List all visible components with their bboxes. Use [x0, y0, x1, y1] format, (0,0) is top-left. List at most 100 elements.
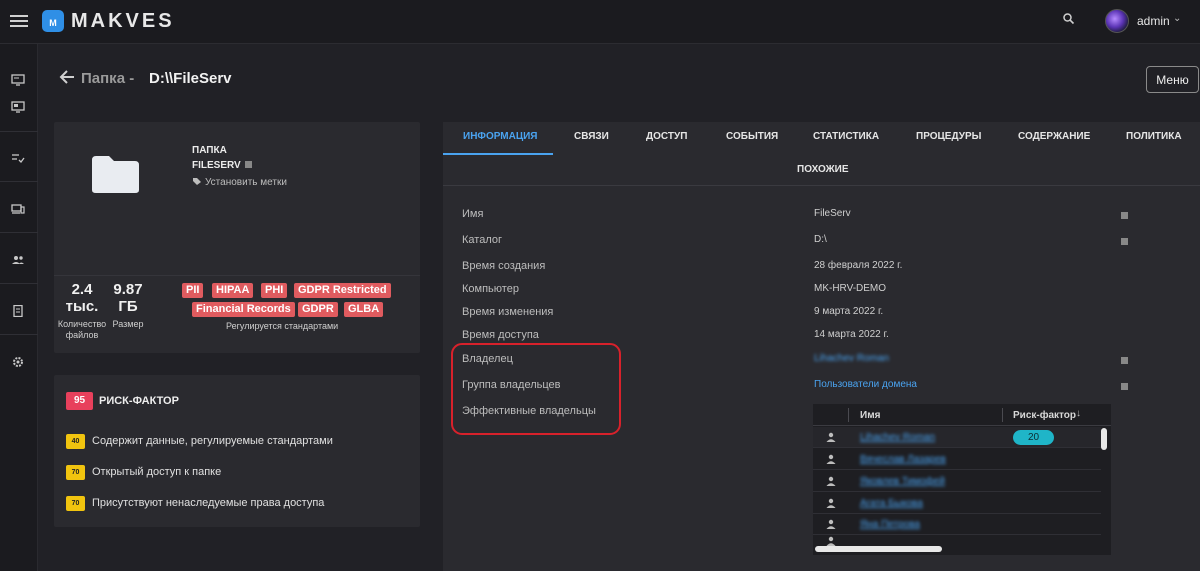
column-divider — [848, 408, 849, 422]
devices-icon[interactable] — [11, 203, 25, 215]
owner-name-link[interactable]: Яна Петрова — [860, 519, 920, 530]
hamburger-menu-icon[interactable] — [10, 12, 28, 30]
brand-name[interactable]: MAKVES — [71, 10, 175, 33]
sidebar-divider — [0, 334, 38, 335]
sidebar-divider — [0, 131, 38, 132]
copy-icon[interactable] — [1121, 212, 1128, 219]
makves-logo-icon[interactable]: M — [42, 10, 64, 32]
owner-group-link[interactable]: Пользователи домена — [814, 379, 917, 390]
risk-item-text: Открытый доступ к папке — [92, 466, 222, 478]
user-icon — [826, 454, 836, 464]
tab-policy[interactable]: ПОЛИТИКА — [1126, 131, 1182, 142]
tab-statistics[interactable]: СТАТИСТИКА — [813, 131, 879, 142]
user-name[interactable]: admin — [1137, 14, 1170, 28]
sidebar-divider — [0, 283, 38, 284]
tab-links[interactable]: СВЯЗИ — [574, 131, 609, 142]
top-bar: M MAKVES admin ⌄ — [0, 0, 1200, 44]
copy-icon[interactable] — [1121, 238, 1128, 245]
user-avatar[interactable] — [1105, 9, 1129, 33]
object-type: ПАПКА — [192, 145, 227, 156]
tab-information[interactable]: ИНФОРМАЦИЯ — [463, 131, 538, 142]
horizontal-scrollbar[interactable] — [815, 546, 942, 552]
tag-financial-records[interactable]: Financial Records — [192, 302, 295, 317]
risk-score-pill: 20 — [1013, 430, 1054, 445]
size-label: Размер — [112, 319, 144, 329]
risk-title: РИСК-ФАКТОР — [99, 395, 179, 407]
risk-card: 95 РИСК-ФАКТОР 40 Содержит данные, регул… — [54, 375, 420, 527]
property-label: Имя — [462, 208, 484, 220]
owner-name-link[interactable]: Вячеслав Лазарев — [860, 454, 946, 465]
risk-item-score: 40 — [66, 434, 85, 449]
gear-icon[interactable] — [11, 356, 25, 368]
sidebar-divider — [0, 232, 38, 233]
search-icon[interactable] — [1062, 12, 1076, 26]
object-name: FILESERV — [192, 160, 252, 171]
owners-highlight-box — [451, 343, 621, 435]
risk-item-score: 70 — [66, 496, 85, 511]
owner-name-link[interactable]: Яковлев Тимофей — [860, 476, 945, 487]
user-icon — [826, 519, 836, 529]
copy-icon[interactable] — [1121, 383, 1128, 390]
property-label: Время изменения — [462, 306, 554, 318]
owner-name-link[interactable]: Агата Быкова — [860, 498, 923, 509]
table-row[interactable]: Вячеслав Лазарев — [813, 449, 1101, 470]
copy-icon[interactable] — [244, 161, 252, 168]
tag-gdpr-restricted[interactable]: GDPR Restricted — [294, 283, 391, 298]
set-labels-text: Установить метки — [205, 177, 287, 188]
display-icon[interactable] — [11, 101, 25, 113]
monitor-icon[interactable] — [11, 74, 25, 86]
tag-glba[interactable]: GLBA — [344, 302, 384, 317]
table-row[interactable]: Яна Петрова — [813, 514, 1101, 535]
tag-pii[interactable]: PII — [182, 283, 204, 298]
property-value: FileServ — [814, 208, 851, 219]
tabs-divider — [443, 185, 1200, 186]
property-label: Время доступа — [462, 329, 539, 341]
table-row[interactable]: Яковлев Тимофей — [813, 471, 1101, 492]
back-arrow-icon[interactable] — [58, 68, 76, 86]
active-tab-indicator — [443, 153, 553, 155]
owner-link[interactable]: Lihachev Roman — [814, 353, 889, 364]
page-title: D:\\FileServ — [149, 70, 232, 87]
list-check-icon[interactable] — [11, 152, 25, 164]
details-panel: ИНФОРМАЦИЯ СВЯЗИ ДОСТУП СОБЫТИЯ СТАТИСТИ… — [443, 122, 1200, 571]
column-risk-header[interactable]: Риск-фактор — [1013, 410, 1076, 421]
property-value: 28 февраля 2022 г. — [814, 260, 903, 271]
folder-icon — [92, 156, 139, 193]
set-labels-link[interactable]: Установить метки — [192, 177, 287, 188]
page-title-prefix: Папка - — [81, 70, 135, 87]
size-unit: ГБ — [118, 298, 138, 315]
property-value: 9 марта 2022 г. — [814, 306, 884, 317]
users-icon[interactable] — [11, 254, 25, 266]
file-count-label: Количество файлов — [57, 319, 107, 340]
user-icon — [826, 498, 836, 508]
property-label: Время создания — [462, 260, 546, 272]
vertical-scrollbar[interactable] — [1101, 428, 1107, 450]
property-label: Компьютер — [462, 283, 519, 295]
risk-item-score: 70 — [66, 465, 85, 480]
file-count-unit: тыс. — [65, 298, 99, 315]
document-icon[interactable] — [11, 305, 25, 317]
tag-hipaa[interactable]: HIPAA — [212, 283, 254, 298]
tab-content[interactable]: СОДЕРЖАНИЕ — [1018, 131, 1090, 142]
table-row[interactable] — [813, 535, 1101, 546]
column-name-header[interactable]: Имя — [860, 410, 880, 421]
copy-icon[interactable] — [1121, 357, 1128, 364]
effective-owners-table: Имя Риск-фактор ↓ Lihachev Roman 20 Вяче… — [813, 404, 1111, 555]
owner-name-link[interactable]: Lihachev Roman — [860, 432, 935, 443]
table-row[interactable]: Агата Быкова — [813, 493, 1101, 514]
table-row[interactable]: Lihachev Roman 20 — [813, 427, 1101, 448]
tab-access[interactable]: ДОСТУП — [646, 131, 687, 142]
tab-procedures[interactable]: ПРОЦЕДУРЫ — [916, 131, 981, 142]
user-icon — [826, 476, 836, 486]
sidebar — [0, 44, 38, 571]
tab-events[interactable]: СОБЫТИЯ — [726, 131, 778, 142]
menu-button[interactable]: Меню — [1146, 66, 1199, 93]
chevron-down-icon[interactable]: ⌄ — [1173, 13, 1181, 24]
tag-gdpr[interactable]: GDPR — [298, 302, 338, 317]
sort-arrow-icon[interactable]: ↓ — [1076, 408, 1081, 419]
column-divider — [1002, 408, 1003, 422]
tab-similar[interactable]: ПОХОЖИЕ — [797, 164, 849, 175]
property-value: 14 марта 2022 г. — [814, 329, 889, 340]
card-divider — [54, 275, 420, 276]
tag-phi[interactable]: PHI — [261, 283, 288, 298]
